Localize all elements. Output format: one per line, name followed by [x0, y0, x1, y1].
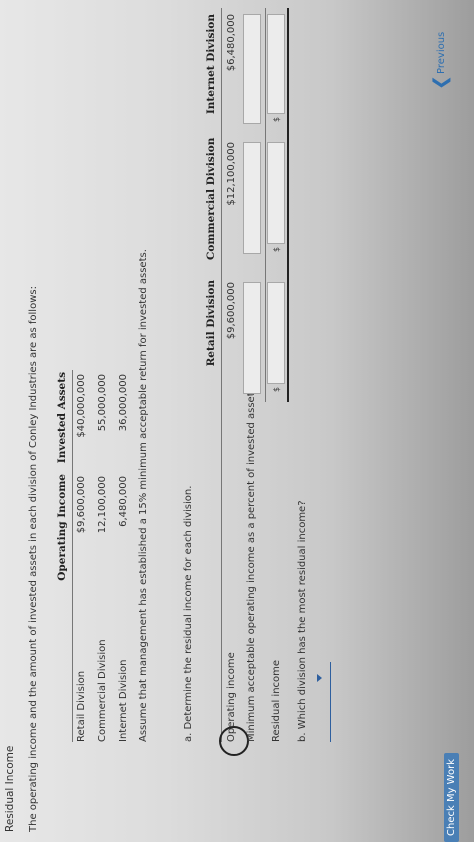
col-header-operating-income: Operating Income [56, 474, 68, 581]
internet-assets: 36,000,000 [118, 374, 129, 432]
internet-operating-income: $6,480,000 [226, 14, 237, 72]
row-label-minimum-income: Minimum acceptable operating income as a… [246, 387, 257, 742]
commercial-residual-input[interactable] [267, 142, 285, 244]
assumption-text: Assume that management has established a… [138, 249, 149, 742]
commercial-operating-income: $12,100,000 [226, 142, 237, 206]
chevron-left-icon: ❮ [430, 74, 451, 90]
dropdown-caret-icon [317, 674, 322, 682]
intro-text: The operating income and the amount of i… [28, 286, 39, 832]
retail-operating-income: $9,600,000 [226, 282, 237, 340]
internet-dollar-sign: $ [272, 116, 281, 122]
retail-income: $9,600,000 [76, 476, 87, 534]
previous-button[interactable]: Previous [436, 32, 447, 74]
row-label-internet: Internet Division [118, 659, 129, 742]
table-divider [72, 370, 73, 742]
col-header-retail: Retail Division [205, 280, 217, 367]
retail-minimum-input[interactable] [243, 282, 261, 394]
row-label-retail: Retail Division [76, 670, 87, 742]
retail-residual-input[interactable] [267, 282, 285, 384]
part-a-header-divider [221, 8, 222, 742]
internet-income: 6,480,000 [118, 476, 129, 527]
total-double-rule [287, 8, 289, 402]
commercial-minimum-input[interactable] [243, 142, 261, 254]
check-my-work-button[interactable]: Check My Work [444, 753, 459, 842]
subtotal-divider [265, 8, 266, 402]
row-label-commercial: Commercial Division [97, 639, 108, 742]
retail-assets: $40,000,000 [76, 374, 87, 438]
commercial-dollar-sign: $ [272, 246, 281, 252]
photo-screen: Residual Income The operating income and… [0, 0, 474, 842]
internet-minimum-input[interactable] [243, 14, 261, 124]
dropdown-underline [330, 662, 331, 742]
part-b-prompt: b. Which division has the most residual … [297, 500, 308, 742]
col-header-commercial: Commercial Division [205, 137, 217, 260]
assignment-page: Residual Income The operating income and… [0, 0, 474, 842]
row-label-residual-income: Residual income [271, 659, 282, 742]
commercial-assets: 55,000,000 [97, 374, 108, 432]
internet-residual-input[interactable] [267, 14, 285, 114]
commercial-income: 12,100,000 [97, 476, 108, 534]
page-title: Residual Income [4, 745, 16, 832]
col-header-invested-assets: Invested Assets [56, 372, 68, 464]
part-a-prompt: a. Determine the residual income for eac… [183, 485, 194, 742]
retail-dollar-sign: $ [272, 386, 281, 392]
col-header-internet: Internet Division [205, 14, 217, 115]
row-label-operating-income: Operating income [226, 652, 237, 742]
